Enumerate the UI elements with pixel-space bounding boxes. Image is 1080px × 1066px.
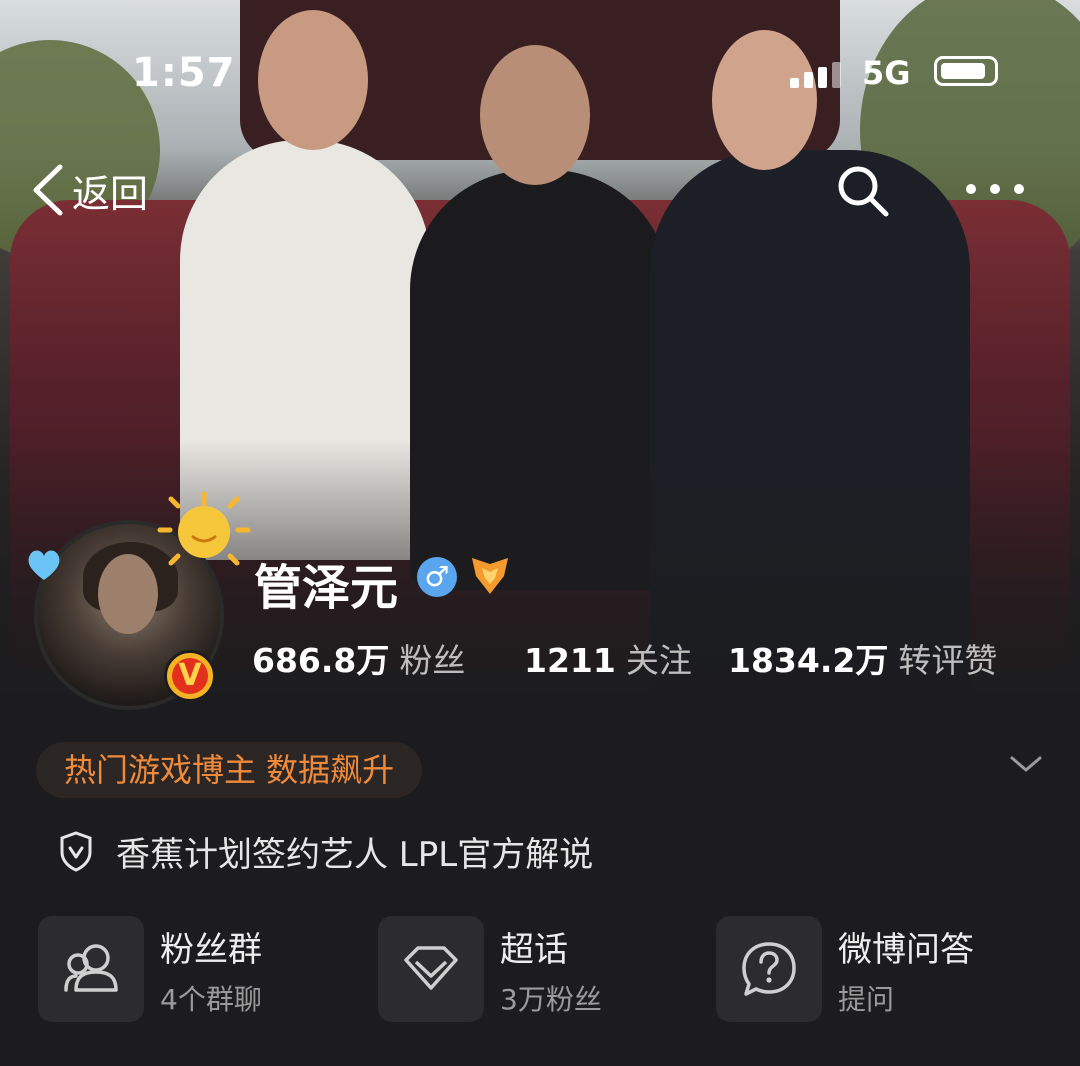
verified-badge: V	[164, 650, 216, 702]
stat-followers[interactable]: 686.8万 粉丝	[252, 634, 465, 682]
stat-reposts-comments-likes[interactable]: 1834.2万 转评赞	[728, 634, 997, 682]
battery-icon	[934, 56, 998, 86]
back-label: 返回	[72, 171, 149, 216]
gender-male-icon: ♂	[417, 557, 457, 597]
more-options-icon[interactable]	[966, 184, 1026, 196]
sun-icon	[157, 491, 251, 566]
question-icon	[742, 942, 796, 996]
top-nav: 返回	[0, 160, 1080, 230]
super-topic-card[interactable]: 超话 3万粉丝	[378, 916, 678, 1022]
fan-group-icon-tile	[38, 916, 144, 1022]
status-bar: 1:57 5G	[0, 40, 1080, 110]
status-time: 1:57	[132, 50, 236, 96]
certification-row[interactable]: 香蕉计划签约艺人 LPL官方解说	[58, 826, 593, 876]
chevron-down-icon[interactable]	[1008, 752, 1044, 776]
fan-group-card[interactable]: 粉丝群 4个群聊	[38, 916, 338, 1022]
heart-icon	[28, 550, 60, 580]
weibo-qa-subtitle: 提问	[838, 983, 895, 1016]
trending-tag[interactable]: 热门游戏博主 数据飙升	[36, 742, 423, 798]
profile-stats: 686.8万 粉丝 1211 关注 1834.2万 转评赞	[252, 634, 1052, 684]
weibo-qa-icon-tile	[716, 916, 822, 1022]
group-icon	[64, 944, 118, 992]
super-topic-title: 超话	[500, 930, 568, 970]
fan-group-subtitle: 4个群聊	[160, 983, 262, 1016]
certification-text: 香蕉计划签约艺人 LPL官方解说	[116, 834, 594, 875]
stat-following[interactable]: 1211 关注	[524, 634, 692, 682]
signal-icon	[790, 62, 844, 88]
shield-verified-icon	[60, 831, 92, 872]
profile-name: 管泽元	[254, 560, 399, 616]
weibo-qa-card[interactable]: 微博问答 提问	[716, 916, 1036, 1022]
weibo-qa-title: 微博问答	[838, 930, 974, 970]
diamond-icon	[404, 946, 458, 990]
chevron-left-icon	[33, 164, 63, 216]
fan-group-title: 粉丝群	[160, 930, 262, 970]
cover-person-2	[410, 170, 670, 590]
search-icon[interactable]	[836, 164, 890, 218]
super-topic-icon-tile	[378, 916, 484, 1022]
back-button[interactable]: 返回	[30, 160, 148, 220]
network-type: 5G	[862, 54, 911, 92]
medal-icon[interactable]	[468, 554, 512, 598]
super-topic-subtitle: 3万粉丝	[500, 983, 602, 1016]
cover-person-3	[650, 150, 970, 710]
